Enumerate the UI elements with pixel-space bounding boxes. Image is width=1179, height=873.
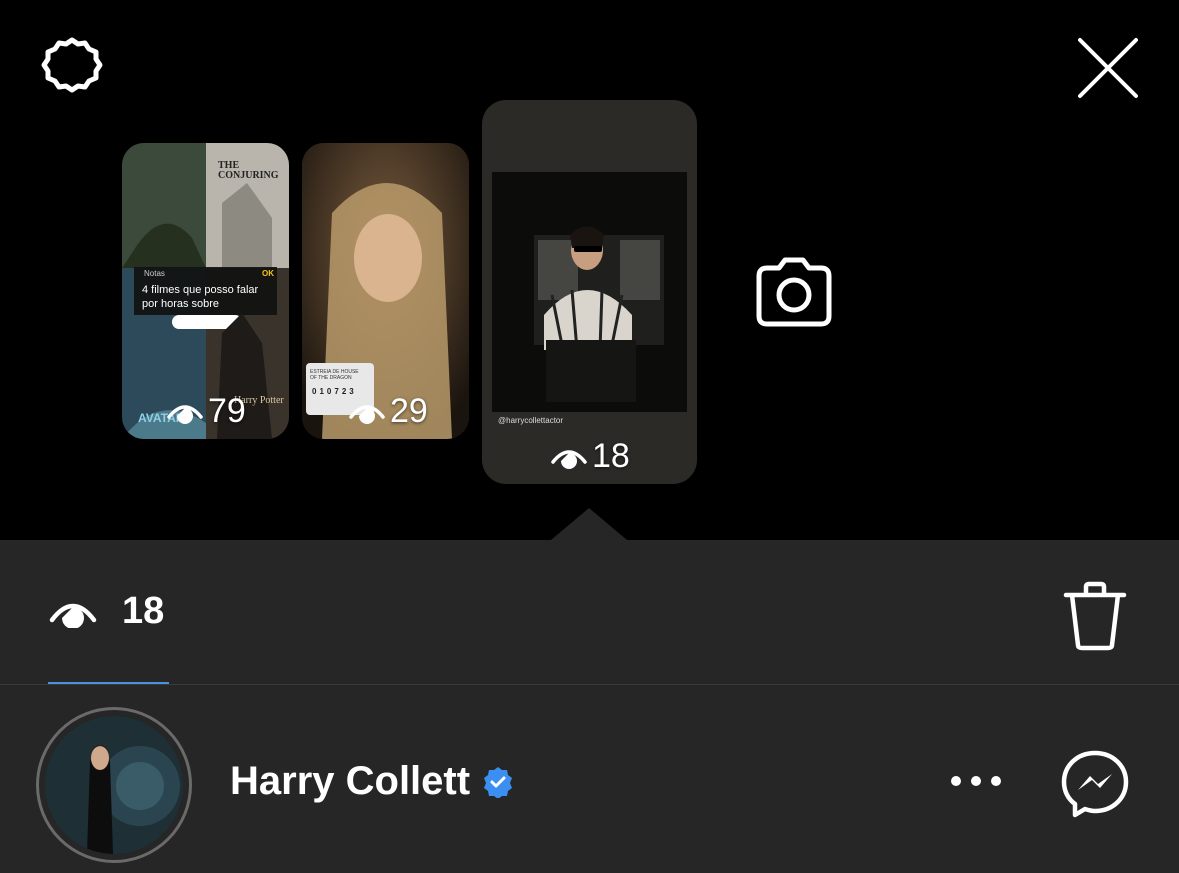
- stories-area: Notas OK 4 filmes que posso falar por ho…: [0, 0, 1179, 540]
- views-tab[interactable]: 18: [48, 590, 164, 633]
- viewer-name: Harry Collett: [230, 759, 471, 803]
- avatar-photo: [45, 716, 183, 854]
- selected-story-pointer: [551, 508, 627, 540]
- avatar-image: [45, 716, 183, 854]
- story-2-views: 29: [348, 392, 428, 431]
- story-1-note-title: 4 filmes que posso falar por horas sobre: [142, 284, 259, 310]
- countdown-digit: 1: [319, 387, 324, 396]
- eye-icon: [349, 404, 385, 424]
- story-2-sticker-title: ESTREIA DE HOUSE OF THE DRAGON: [310, 369, 359, 381]
- send-message-button[interactable]: [1058, 747, 1132, 821]
- countdown-digit: 0: [326, 387, 332, 396]
- verified-badge-icon: [484, 766, 513, 798]
- story-thumbnail-1[interactable]: Notas OK 4 filmes que posso falar por ho…: [122, 143, 289, 439]
- viewers-sheet: 18 Harry Collett: [0, 540, 1179, 873]
- story-thumbnail-3-selected[interactable]: @harrycollettactor 18: [482, 100, 697, 484]
- eye-icon: [167, 404, 203, 424]
- views-count: 18: [122, 590, 165, 632]
- story-1-view-count: 79: [208, 392, 246, 430]
- close-icon: [1078, 38, 1138, 98]
- stats-row: 18: [0, 540, 1179, 684]
- story-2-view-count: 29: [390, 392, 428, 430]
- story-1-views: 79: [166, 392, 246, 431]
- avatar[interactable]: [36, 707, 192, 863]
- story-1-header: Notas: [144, 269, 165, 278]
- story-3-mention: @harrycollettactor: [498, 416, 564, 425]
- eye-icon: [49, 603, 97, 628]
- settings-button[interactable]: [36, 32, 108, 104]
- add-story-camera-button[interactable]: [754, 254, 834, 330]
- trash-icon: [1063, 581, 1127, 651]
- story-1-ok: OK: [262, 269, 274, 278]
- gear-icon: [41, 37, 103, 93]
- camera-icon: [756, 257, 832, 327]
- more-options-button[interactable]: [946, 761, 1006, 801]
- eye-icon: [551, 449, 587, 469]
- viewer-row[interactable]: Harry Collett: [0, 685, 1179, 873]
- more-icon: [951, 776, 1001, 786]
- close-button[interactable]: [1072, 32, 1144, 104]
- countdown-digit: 7: [334, 387, 339, 396]
- story-thumbnail-2[interactable]: ESTREIA DE HOUSE OF THE DRAGON 0 1 0 7 2…: [302, 143, 469, 439]
- delete-story-button[interactable]: [1058, 576, 1132, 656]
- story-3-image: [492, 172, 687, 412]
- story-3-view-count: 18: [592, 437, 630, 475]
- story-1-poster-label-1: THE CONJURING: [218, 160, 279, 181]
- story-3-views: 18: [550, 437, 630, 476]
- viewer-name-row[interactable]: Harry Collett: [230, 759, 514, 804]
- messenger-icon: [1061, 750, 1129, 818]
- countdown-digit: 2: [341, 387, 347, 396]
- countdown-digit: 0: [312, 387, 317, 396]
